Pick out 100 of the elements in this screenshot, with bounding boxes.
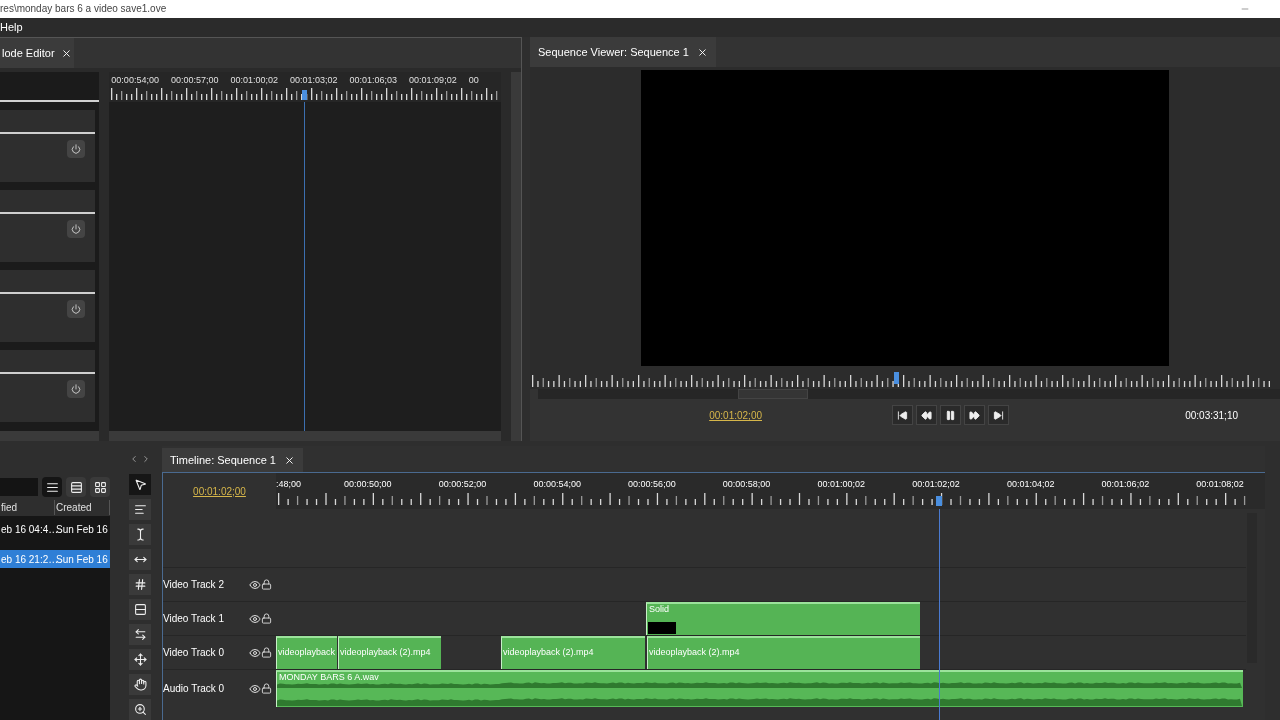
- text-cursor-tool[interactable]: [129, 524, 151, 545]
- ruler-label: 00:01:00;02: [817, 478, 866, 491]
- move-icon: [133, 653, 147, 666]
- playhead-marker[interactable]: [302, 90, 308, 101]
- rows-icon: [133, 603, 147, 616]
- clip-label: videoplayback (2).mp4: [340, 647, 431, 657]
- ruler-label: 00:00:54;00: [111, 76, 159, 86]
- chevron-left-icon[interactable]: [129, 454, 139, 464]
- table-cell-text: Sun Feb 16: [56, 522, 109, 537]
- power-button[interactable]: [67, 380, 85, 399]
- eye-icon[interactable]: [249, 612, 261, 625]
- lock-icon[interactable]: [261, 683, 272, 694]
- eye-icon[interactable]: [249, 682, 261, 695]
- ruler-label: 00:01:09;02: [409, 76, 457, 86]
- power-button[interactable]: [67, 220, 85, 239]
- horizontal-arrows-tool[interactable]: [129, 549, 151, 570]
- vertical-scrollbar[interactable]: [511, 72, 521, 441]
- effect-node[interactable]: [0, 270, 95, 343]
- column-header[interactable]: Created: [55, 499, 110, 515]
- file-row[interactable]: eb 16 21:2…Sun Feb 16: [0, 550, 110, 568]
- playhead-marker[interactable]: [935, 496, 942, 506]
- skip-forward-button[interactable]: [988, 405, 1009, 426]
- ruler-label: 00:01:06;03: [349, 76, 398, 86]
- file-row[interactable]: eb 16 04:4…Sun Feb 16: [0, 520, 110, 538]
- hand-icon: [133, 678, 147, 691]
- eye-icon[interactable]: [249, 646, 261, 659]
- tab[interactable]: Timeline: Sequence 1: [162, 448, 303, 472]
- stretch-icon: [133, 628, 147, 641]
- power-button[interactable]: [67, 140, 85, 159]
- current-time[interactable]: 00:01:02;00: [530, 407, 762, 423]
- horizontal-scrollbar[interactable]: [0, 431, 100, 441]
- effect-node[interactable]: [0, 190, 95, 263]
- effect-node[interactable]: [0, 110, 95, 183]
- align-icon: [133, 503, 147, 516]
- ruler-label: 00:00:50;00: [344, 478, 392, 491]
- grid-view-icon: [93, 480, 107, 494]
- list-view-button[interactable]: [42, 477, 62, 497]
- rewind-button[interactable]: [916, 405, 937, 426]
- column-header[interactable]: fied: [0, 499, 55, 515]
- ruler-label: 00: [468, 76, 480, 86]
- close-icon[interactable]: [284, 454, 295, 466]
- rows-view-button[interactable]: [66, 477, 86, 497]
- skip-back-button[interactable]: [892, 405, 913, 426]
- lock-icon[interactable]: [261, 647, 272, 658]
- rows-tool[interactable]: [129, 599, 151, 620]
- ruler-label: 00:01:08;02: [1196, 478, 1244, 491]
- skip-forward-icon: [993, 409, 1004, 421]
- fast-forward-button[interactable]: [964, 405, 985, 426]
- stretch-tool[interactable]: [129, 624, 151, 645]
- hand-tool[interactable]: [129, 674, 151, 695]
- eye-icon[interactable]: [249, 578, 261, 591]
- effect-node[interactable]: [0, 350, 95, 423]
- clip-label: videoplayback (2).mp4: [649, 647, 740, 657]
- horizontal-scrollbar[interactable]: [538, 389, 1280, 400]
- lock-icon[interactable]: [261, 613, 272, 624]
- hash-tool[interactable]: [129, 574, 151, 595]
- menu-item[interactable]: Help: [0, 19, 23, 36]
- power-button[interactable]: [67, 300, 85, 319]
- playhead-marker[interactable]: [894, 372, 899, 385]
- clip-label: MONDAY BARS 6 A.wav: [279, 673, 379, 682]
- clip-label: videoplayback (2).mp4: [503, 647, 594, 657]
- pointer-tool[interactable]: [129, 474, 151, 495]
- tab[interactable]: Sequence Viewer: Sequence 1: [530, 37, 716, 68]
- pause-button[interactable]: [940, 405, 961, 426]
- current-time[interactable]: 00:01:02;00: [193, 483, 246, 499]
- align-tool[interactable]: [129, 499, 151, 520]
- window-title: res\monday bars 6 a video save1.ove: [0, 3, 167, 14]
- ruler-label: 00:01:06;02: [1101, 478, 1150, 491]
- ruler-label: 00:00:54;00: [533, 478, 581, 491]
- zoom-tool[interactable]: [129, 699, 151, 720]
- clip-label: Solid: [649, 604, 670, 614]
- chevron-right-icon[interactable]: [141, 454, 151, 464]
- power-icon: [71, 144, 81, 155]
- search-field[interactable]: [0, 478, 38, 496]
- power-icon: [71, 384, 81, 395]
- duration: 00:03:31;10: [1185, 408, 1238, 423]
- track-name: Video Track 2: [163, 578, 225, 592]
- pause-icon: [945, 409, 956, 421]
- move-tool[interactable]: [129, 649, 151, 670]
- track-name: Audio Track 0: [163, 682, 226, 696]
- ruler-label: 00:01:04;02: [1006, 478, 1055, 491]
- grid-view-button[interactable]: [90, 477, 110, 497]
- rewind-icon: [921, 409, 932, 421]
- scrollbar-thumb[interactable]: [738, 389, 808, 400]
- fast-forward-icon: [969, 409, 980, 421]
- solid-thumbnail: [648, 622, 676, 634]
- zoom-icon: [133, 703, 147, 716]
- close-icon[interactable]: [696, 46, 708, 58]
- lock-icon[interactable]: [261, 579, 272, 590]
- table-cell-text: eb 16 04:4…: [0, 522, 55, 537]
- close-icon[interactable]: [60, 47, 72, 59]
- ruler-label: 00:00:57;00: [170, 76, 219, 86]
- tab[interactable]: lode Editor: [0, 38, 74, 69]
- horizontal-scrollbar[interactable]: [109, 431, 502, 441]
- ruler-label: :48;00: [276, 478, 302, 491]
- hash-icon: [133, 578, 147, 591]
- pointer-icon: [133, 478, 147, 491]
- power-icon: [71, 304, 81, 315]
- ruler-label: 00:01:00;02: [230, 76, 278, 86]
- ruler-label: 00:00:56;00: [628, 478, 676, 491]
